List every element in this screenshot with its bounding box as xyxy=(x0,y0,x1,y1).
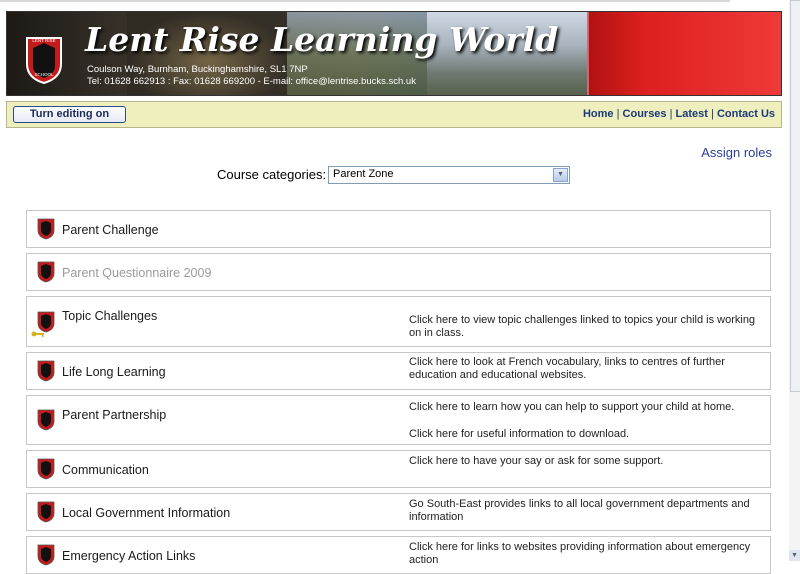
course-box: Topic Challenges Click here to view topic… xyxy=(26,296,771,347)
navigation-bar: Turn editing on Home | Courses | Latest … xyxy=(6,101,782,128)
course-name-link[interactable]: Parent Challenge xyxy=(62,223,159,237)
nav-link-courses[interactable]: Courses xyxy=(623,108,667,120)
nav-separator: | xyxy=(669,108,673,120)
nav-separator: | xyxy=(616,108,620,120)
svg-text:LENT RISE: LENT RISE xyxy=(32,38,55,43)
course-crest-icon xyxy=(37,544,55,566)
course-name-link[interactable]: Parent Questionnaire 2009 xyxy=(62,266,211,280)
course-category-select[interactable]: Parent Zone ▼ xyxy=(328,166,570,184)
course-crest-icon xyxy=(37,360,55,382)
course-box: Parent Challenge xyxy=(26,210,771,248)
course-summary: Click here to view topic challenges link… xyxy=(409,314,756,339)
scroll-down-arrow-icon[interactable]: ▼ xyxy=(789,550,800,561)
selected-category: Parent Zone xyxy=(333,168,394,180)
course-box: Life Long Learning Click here to look at … xyxy=(26,352,771,390)
nav-link-home[interactable]: Home xyxy=(583,108,614,120)
school-contact: Tel: 01628 662913 : Fax: 01628 669200 - … xyxy=(87,76,416,87)
course-name-link[interactable]: Local Government Information xyxy=(62,506,230,520)
course-box: Local Government Information Go South-Eas… xyxy=(26,493,771,531)
course-name-link[interactable]: Topic Challenges xyxy=(62,309,157,323)
site-title: Lent Rise Learning World xyxy=(85,20,559,59)
course-name-link[interactable]: Communication xyxy=(62,463,149,477)
course-box: Parent Questionnaire 2009 xyxy=(26,253,771,291)
course-summary-secondary: Click here for useful information to dow… xyxy=(409,428,630,440)
school-crest-logo: LENT RISE SCHOOL xyxy=(26,37,62,84)
vertical-scrollbar[interactable]: ▼ xyxy=(789,0,800,561)
course-categories-label: Course categories: xyxy=(217,167,327,182)
chevron-down-icon[interactable]: ▼ xyxy=(553,168,568,182)
nav-link-latest[interactable]: Latest xyxy=(676,108,708,120)
site-banner: LENT RISE SCHOOL Lent Rise Learning Worl… xyxy=(6,11,782,96)
nav-link-contact-us[interactable]: Contact Us xyxy=(717,108,775,120)
course-name-link[interactable]: Life Long Learning xyxy=(62,365,166,379)
nav-separator: | xyxy=(711,108,714,120)
course-box: Communication Click here to have your say… xyxy=(26,450,771,488)
course-crest-icon xyxy=(37,218,55,240)
course-crest-icon xyxy=(37,261,55,283)
course-crest-icon xyxy=(37,458,55,480)
course-summary: Click here to have your say or ask for s… xyxy=(409,455,664,467)
nav-links: Home | Courses | Latest | Contact Us xyxy=(583,108,775,120)
course-crest-icon xyxy=(37,409,55,431)
school-address: Coulson Way, Burnham, Buckinghamshire, S… xyxy=(87,64,308,75)
course-summary: Click here for links to websites providi… xyxy=(409,541,751,566)
course-crest-icon xyxy=(37,501,55,523)
course-summary: Click here to look at French vocabulary,… xyxy=(409,356,725,381)
assign-roles-link[interactable]: Assign roles xyxy=(701,145,772,160)
svg-text:SCHOOL: SCHOOL xyxy=(34,72,54,77)
course-box: Emergency Action Links Click here for lin… xyxy=(26,536,771,574)
turn-editing-on-button[interactable]: Turn editing on xyxy=(13,106,126,123)
course-summary: Go South-East provides links to all loca… xyxy=(409,498,750,523)
course-box: Parent Partnership Click here to learn ho… xyxy=(26,395,771,445)
course-summary: Click here to learn how you can help to … xyxy=(409,401,735,413)
scrollbar-thumb[interactable] xyxy=(790,0,800,392)
banner-red-panel xyxy=(589,12,781,95)
window-top-edge xyxy=(0,0,730,2)
course-crest-icon xyxy=(37,311,55,333)
guest-key-icon xyxy=(31,331,44,337)
course-name-link[interactable]: Parent Partnership xyxy=(62,408,166,422)
